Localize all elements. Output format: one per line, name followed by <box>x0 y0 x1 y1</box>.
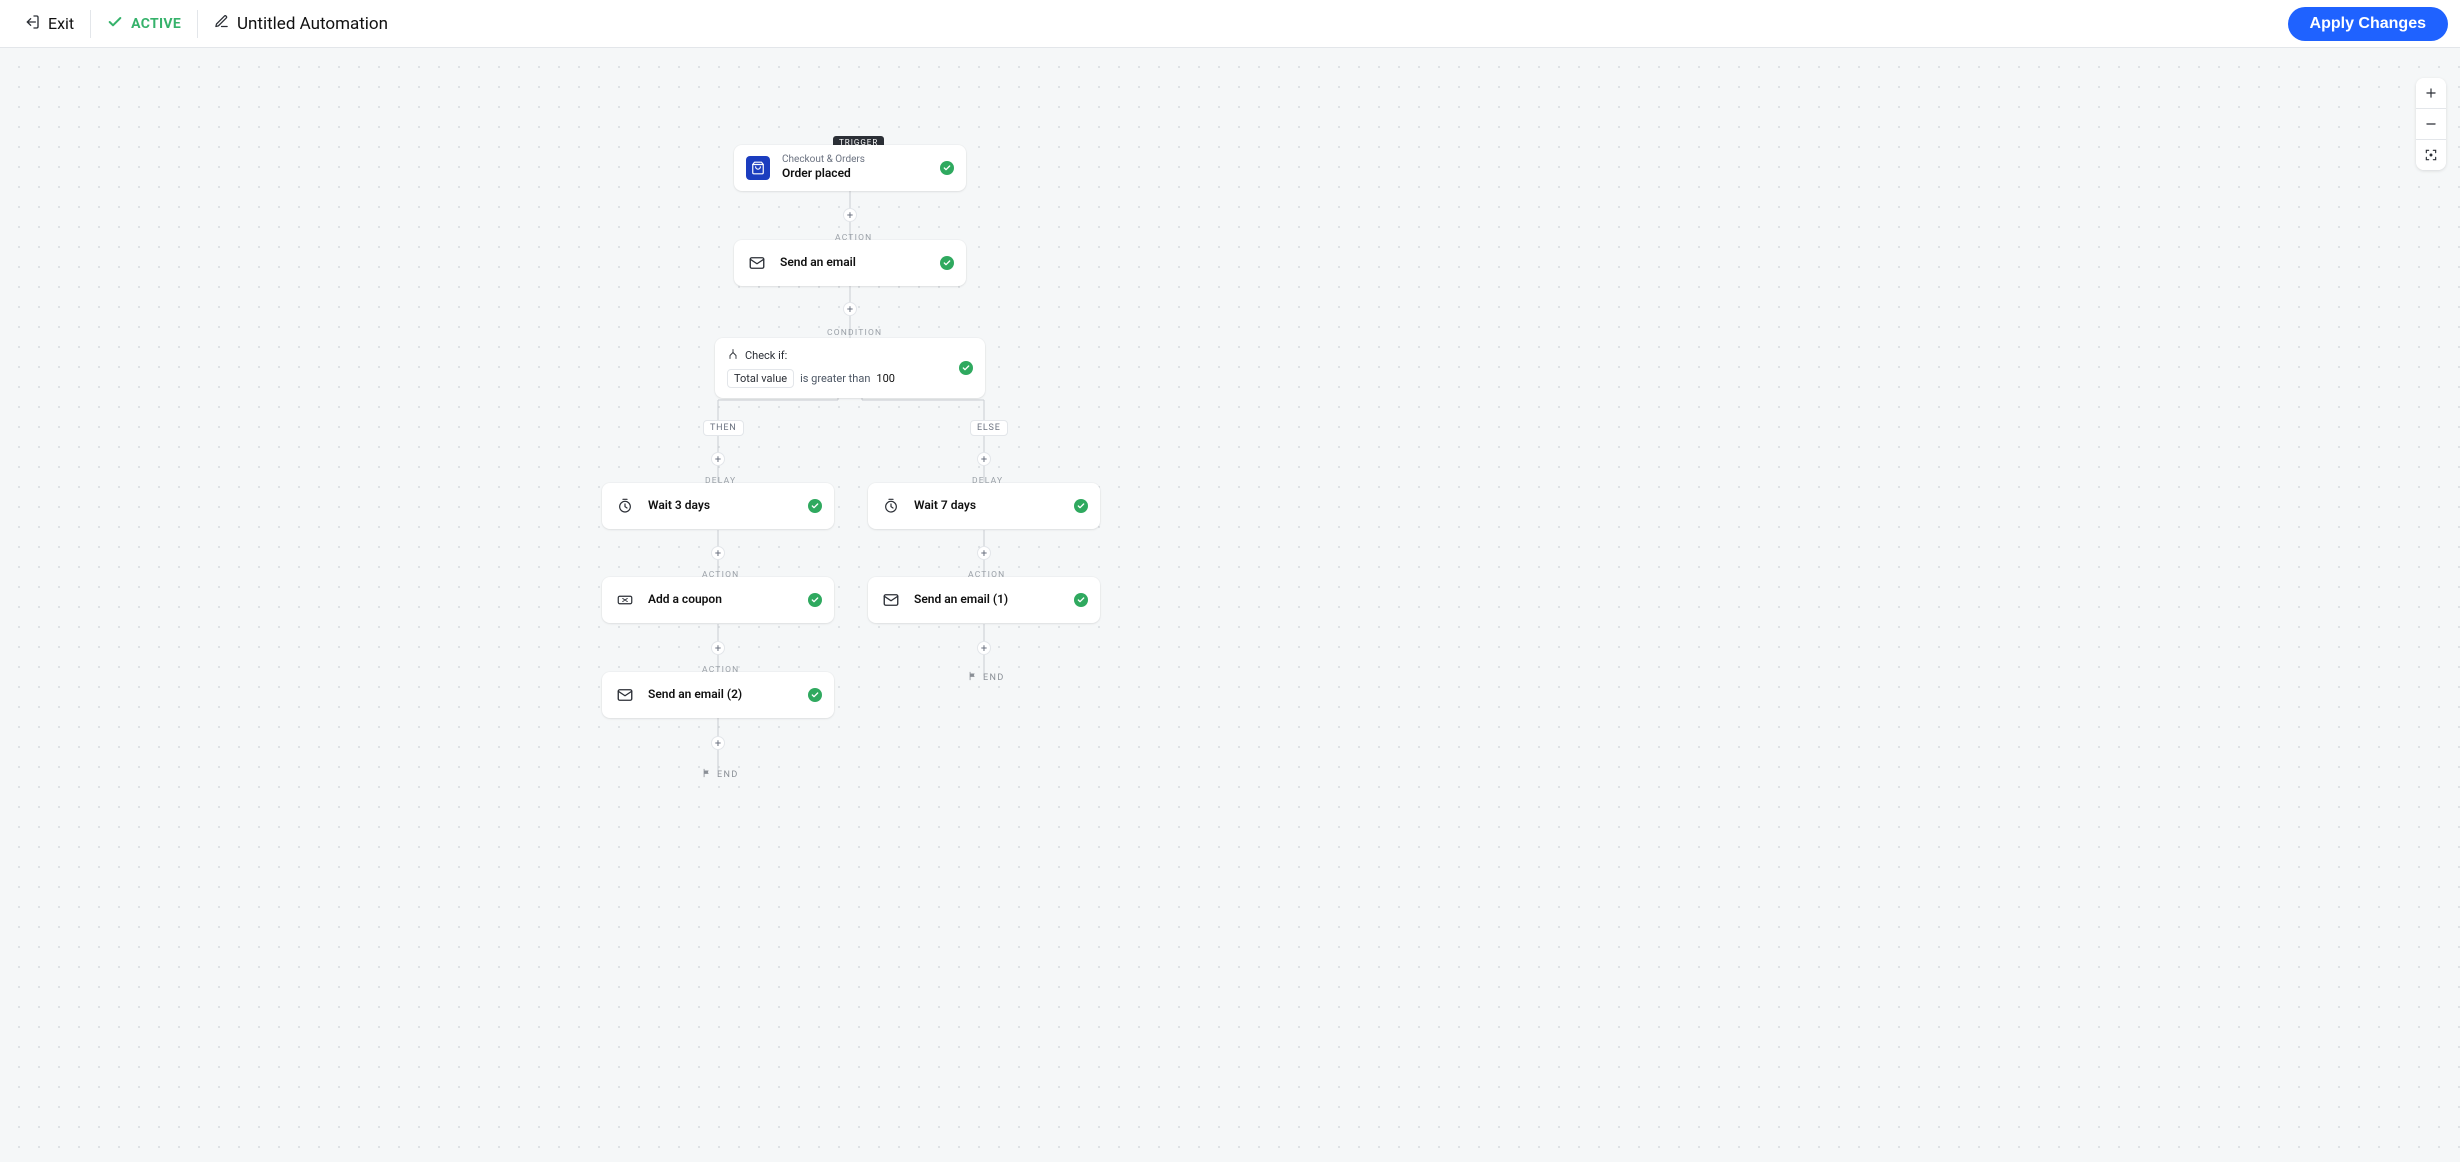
status-ok-icon <box>959 361 973 375</box>
fit-view-button[interactable] <box>2416 140 2446 170</box>
condition-operator: is greater than <box>800 372 870 385</box>
mail-icon <box>880 589 902 611</box>
header: Exit ACTIVE Untitled Automation Apply Ch… <box>0 0 2460 48</box>
add-step-button[interactable] <box>843 208 857 222</box>
node-title: Send an email (1) <box>914 592 1062 608</box>
status-ok-icon <box>808 688 822 702</box>
title-button[interactable]: Untitled Automation <box>202 0 400 48</box>
apply-changes-button[interactable]: Apply Changes <box>2288 7 2448 41</box>
add-step-button[interactable] <box>711 736 725 750</box>
status-ok-icon <box>940 161 954 175</box>
status-ok-icon <box>808 499 822 513</box>
status-indicator: ACTIVE <box>95 0 193 48</box>
add-step-button[interactable] <box>843 302 857 316</box>
node-title: Wait 7 days <box>914 498 1062 514</box>
status-ok-icon <box>808 593 822 607</box>
zoom-in-button[interactable] <box>2416 78 2446 108</box>
node-title: Send an email (2) <box>648 687 796 703</box>
end-node: END <box>968 671 1005 684</box>
add-step-button[interactable] <box>977 546 991 560</box>
trigger-title: Order placed <box>782 166 928 182</box>
add-step-button[interactable] <box>711 641 725 655</box>
condition-label: CONDITION <box>827 328 882 338</box>
status-label: ACTIVE <box>131 16 181 32</box>
check-icon <box>107 14 123 34</box>
clock-icon <box>614 495 636 517</box>
node-add-coupon[interactable]: Add a coupon <box>602 577 834 623</box>
status-ok-icon <box>940 256 954 270</box>
flag-icon <box>702 768 712 781</box>
mail-icon <box>614 684 636 706</box>
zoom-controls <box>2416 78 2446 170</box>
pencil-icon <box>214 14 229 33</box>
split-icon <box>727 348 739 363</box>
node-send-email-2[interactable]: Send an email (2) <box>602 672 834 718</box>
trigger-eyebrow: Checkout & Orders <box>782 154 928 166</box>
condition-value: 100 <box>876 372 895 385</box>
flag-icon <box>968 671 978 684</box>
exit-label: Exit <box>48 14 74 33</box>
divider <box>197 10 198 38</box>
node-wait-7-days[interactable]: Wait 7 days <box>868 483 1100 529</box>
status-ok-icon <box>1074 593 1088 607</box>
node-condition[interactable]: Check if: Total value is greater than 10… <box>715 338 985 398</box>
zoom-out-button[interactable] <box>2416 109 2446 139</box>
add-step-button[interactable] <box>711 546 725 560</box>
end-node: END <box>702 768 739 781</box>
add-step-button[interactable] <box>711 452 725 466</box>
end-label: END <box>717 770 739 780</box>
node-send-email[interactable]: Send an email <box>734 240 966 286</box>
end-label: END <box>983 673 1005 683</box>
coupon-icon <box>614 589 636 611</box>
else-branch-label: ELSE <box>970 420 1008 436</box>
node-title: Add a coupon <box>648 592 796 608</box>
node-title: Wait 3 days <box>648 498 796 514</box>
canvas[interactable]: TRIGGER Checkout & Orders Order placed A… <box>0 48 2460 1162</box>
node-title: Send an email <box>780 255 928 271</box>
add-step-button[interactable] <box>977 452 991 466</box>
divider <box>90 10 91 38</box>
mail-icon <box>746 252 768 274</box>
condition-field-chip: Total value <box>727 369 794 388</box>
node-wait-3-days[interactable]: Wait 3 days <box>602 483 834 529</box>
then-branch-label: THEN <box>703 420 744 436</box>
automation-title: Untitled Automation <box>237 14 388 34</box>
shopping-bag-icon <box>746 156 770 180</box>
exit-button[interactable]: Exit <box>12 0 86 48</box>
exit-icon <box>24 14 40 34</box>
status-ok-icon <box>1074 499 1088 513</box>
node-send-email-1[interactable]: Send an email (1) <box>868 577 1100 623</box>
check-if-label: Check if: <box>745 349 787 362</box>
clock-icon <box>880 495 902 517</box>
node-trigger-order-placed[interactable]: Checkout & Orders Order placed <box>734 145 966 191</box>
add-step-button[interactable] <box>977 641 991 655</box>
connectors <box>0 48 2460 1162</box>
